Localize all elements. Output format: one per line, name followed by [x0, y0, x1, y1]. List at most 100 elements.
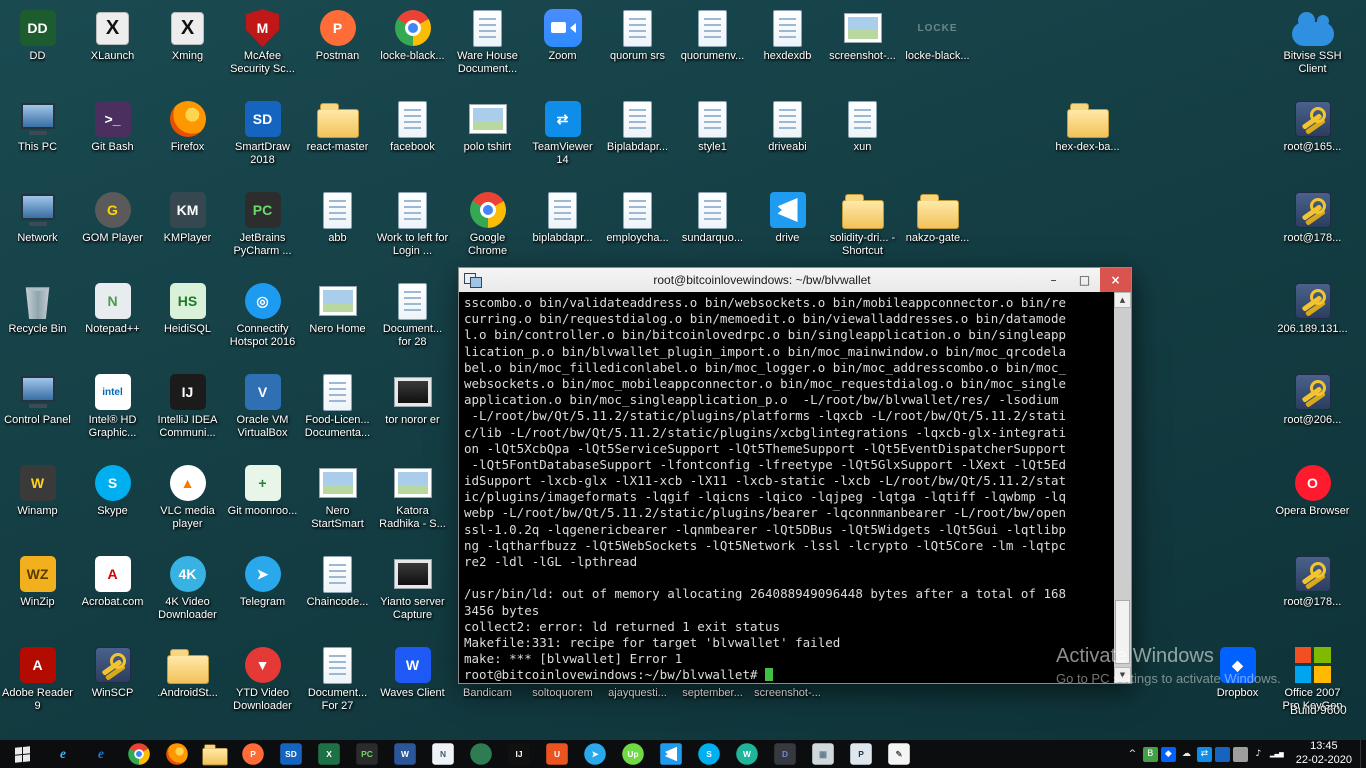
desktop-icon-opera-browser[interactable]: O Opera Browser: [1275, 461, 1350, 518]
taskbar-upwork[interactable]: Up: [614, 740, 652, 768]
desktop-icon-document-for-27[interactable]: Document... For 27: [300, 643, 375, 713]
desktop-icon-winscp[interactable]: WinSCP: [75, 643, 150, 700]
taskbar-tor-browser[interactable]: [462, 740, 500, 768]
taskbar-internet-explorer[interactable]: e: [44, 740, 82, 768]
desktop-icon-xming[interactable]: X Xming: [150, 6, 225, 63]
taskbar-ubuntu[interactable]: U: [538, 740, 576, 768]
desktop-icon-dropbox[interactable]: ◆ Dropbox: [1200, 643, 1275, 700]
desktop-icon-solidity-dri-shortcut[interactable]: solidity-dri... - Shortcut: [825, 188, 900, 258]
show-desktop-button[interactable]: [1360, 740, 1366, 768]
desktop-icon-androidst[interactable]: .AndroidSt...: [150, 643, 225, 700]
taskbar-intellij[interactable]: IJ: [500, 740, 538, 768]
putty-terminal-window[interactable]: root@bitcoinlovewindows: ~/bw/blvwallet …: [458, 267, 1132, 684]
desktop-icon-bitvise-ssh-client[interactable]: Bitvise SSH Client: [1275, 6, 1350, 76]
desktop-icon-quorum-srs[interactable]: quorum srs: [600, 6, 675, 63]
tray-usb-icon[interactable]: [1232, 746, 1248, 762]
desktop-icon-firefox[interactable]: Firefox: [150, 97, 225, 154]
desktop-icon-ware-house-document[interactable]: Ware House Document...: [450, 6, 525, 76]
desktop-icon-notepad[interactable]: N Notepad++: [75, 279, 150, 336]
desktop-icon-acrobat-com[interactable]: A Acrobat.com: [75, 552, 150, 609]
desktop-icon-google-chrome[interactable]: Google Chrome: [450, 188, 525, 258]
desktop-icon-document-for-28[interactable]: Document... for 28: [375, 279, 450, 349]
desktop-icon-jetbrains-pycharm[interactable]: PC JetBrains PyCharm ...: [225, 188, 300, 258]
desktop-icon-206-189-131[interactable]: 206.189.131...: [1275, 279, 1350, 336]
desktop-icon-nakzo-gate[interactable]: nakzo-gate...: [900, 188, 975, 245]
scroll-up-icon[interactable]: ▲: [1114, 292, 1131, 308]
taskbar-excel[interactable]: X: [310, 740, 348, 768]
taskbar-discord[interactable]: D: [766, 740, 804, 768]
desktop-icon-sundarquo[interactable]: sundarquo...: [675, 188, 750, 245]
scroll-down-icon[interactable]: ▼: [1114, 667, 1131, 683]
taskbar-postman[interactable]: P: [234, 740, 272, 768]
desktop-icon-facebook[interactable]: facebook: [375, 97, 450, 154]
desktop-icon-abb[interactable]: abb: [300, 188, 375, 245]
taskbar-clock[interactable]: 13:45 22-02-2020: [1288, 740, 1360, 768]
tray-onedrive-icon[interactable]: ☁: [1179, 747, 1194, 762]
desktop-icon-postman[interactable]: P Postman: [300, 6, 375, 63]
taskbar-telegram[interactable]: ➤: [576, 740, 614, 768]
desktop-icon-katora-radhika-s[interactable]: Katora Radhika - S...: [375, 461, 450, 531]
desktop-icon-dd[interactable]: DD DD: [0, 6, 75, 63]
scrollbar-thumb[interactable]: [1115, 600, 1130, 664]
taskbar-skype[interactable]: S: [690, 740, 728, 768]
desktop-icon-style1[interactable]: style1: [675, 97, 750, 154]
taskbar-photos[interactable]: ▦: [804, 740, 842, 768]
desktop-icon-drive[interactable]: drive: [750, 188, 825, 245]
desktop-icon-react-master[interactable]: react-master: [300, 97, 375, 154]
taskbar-file-explorer[interactable]: [196, 740, 234, 768]
desktop-icon-hexdexdb[interactable]: hexdexdb: [750, 6, 825, 63]
desktop-icon-root-165[interactable]: root@165...: [1275, 97, 1350, 154]
desktop-icon-work-to-left-for-login[interactable]: Work to left for Login ...: [375, 188, 450, 258]
desktop-icon-root-206[interactable]: root@206...: [1275, 370, 1350, 427]
desktop-icon-oracle-vm-virtualbox[interactable]: V Oracle VM VirtualBox: [225, 370, 300, 440]
desktop-icon-teamviewer-14[interactable]: ⇄ TeamViewer 14: [525, 97, 600, 167]
desktop-icon-heidisql[interactable]: HS HeidiSQL: [150, 279, 225, 336]
desktop-icon-mcafee-security-sc[interactable]: M McAfee Security Sc...: [225, 6, 300, 76]
desktop-icon-xun[interactable]: xun: [825, 97, 900, 154]
desktop-icon-polo-tshirt[interactable]: polo tshirt: [450, 97, 525, 154]
taskbar-pycharm[interactable]: PC: [348, 740, 386, 768]
terminal-body[interactable]: sscombo.o bin/validateaddress.o bin/webs…: [459, 292, 1114, 683]
desktop-icon-intellij-idea-communi[interactable]: IJ IntelliJ IDEA Communi...: [150, 370, 225, 440]
taskbar-edge[interactable]: e: [82, 740, 120, 768]
desktop-icon-git-bash[interactable]: >_ Git Bash: [75, 97, 150, 154]
desktop-icon-zoom[interactable]: Zoom: [525, 6, 600, 63]
desktop-icon-skype[interactable]: S Skype: [75, 461, 150, 518]
desktop-icon-this-pc[interactable]: This PC: [0, 97, 75, 154]
desktop-icon-control-panel[interactable]: Control Panel: [0, 370, 75, 427]
desktop-icon-tor-noror-er[interactable]: tor noror er: [375, 370, 450, 427]
taskbar-whatsapp[interactable]: W: [728, 740, 766, 768]
desktop-icon-gom-player[interactable]: G GOM Player: [75, 188, 150, 245]
start-button[interactable]: [0, 740, 44, 768]
tray-dropbox-icon[interactable]: ◆: [1160, 746, 1176, 762]
desktop-icon-yianto-server-capture[interactable]: Yianto server Capture: [375, 552, 450, 622]
taskbar-putty[interactable]: P: [842, 740, 880, 768]
terminal-titlebar[interactable]: root@bitcoinlovewindows: ~/bw/blvwallet …: [459, 268, 1131, 293]
tray-bluestacks-icon[interactable]: B: [1142, 746, 1158, 762]
close-button[interactable]: ×: [1100, 268, 1131, 292]
taskbar-smartdraw[interactable]: SD: [272, 740, 310, 768]
desktop-icon-kmplayer[interactable]: KM KMPlayer: [150, 188, 225, 245]
desktop-icon-root-178[interactable]: root@178...: [1275, 188, 1350, 245]
tray-volume-icon[interactable]: ♪: [1251, 747, 1266, 762]
taskbar-word[interactable]: W: [386, 740, 424, 768]
desktop-icon-quorumenv[interactable]: quorumenv...: [675, 6, 750, 63]
desktop-icon-smartdraw-2018[interactable]: SD SmartDraw 2018: [225, 97, 300, 167]
desktop-icon-hex-dex-ba[interactable]: hex-dex-ba...: [1050, 97, 1125, 154]
desktop-icon-network[interactable]: Network: [0, 188, 75, 245]
desktop-icon-winzip[interactable]: WZ WinZip: [0, 552, 75, 609]
desktop-icon-4k-video-downloader[interactable]: 4K 4K Video Downloader: [150, 552, 225, 622]
desktop-icon-adobe-reader-9[interactable]: A Adobe Reader 9: [0, 643, 75, 713]
desktop-icon-intel-hd-graphic[interactable]: intel Intel® HD Graphic...: [75, 370, 150, 440]
desktop-icon-vlc-media-player[interactable]: ▲ VLC media player: [150, 461, 225, 531]
desktop-icon-locke-black[interactable]: locke-black...: [375, 6, 450, 63]
taskbar-vscode[interactable]: [652, 740, 690, 768]
desktop-icon-biplabdapr[interactable]: biplabdapr...: [525, 188, 600, 245]
desktop-icon-locke-black[interactable]: LOCKE locke-black...: [900, 6, 975, 63]
maximize-button[interactable]: □: [1069, 268, 1100, 292]
desktop-icon-ytd-video-downloader[interactable]: ▼ YTD Video Downloader: [225, 643, 300, 713]
desktop-icon-driveabi[interactable]: driveabi: [750, 97, 825, 154]
tray-hidden-icons-icon[interactable]: ^: [1125, 747, 1140, 762]
desktop-icon-food-licen-documenta[interactable]: Food-Licen... Documenta...: [300, 370, 375, 440]
taskbar-paint[interactable]: ✎: [880, 740, 918, 768]
